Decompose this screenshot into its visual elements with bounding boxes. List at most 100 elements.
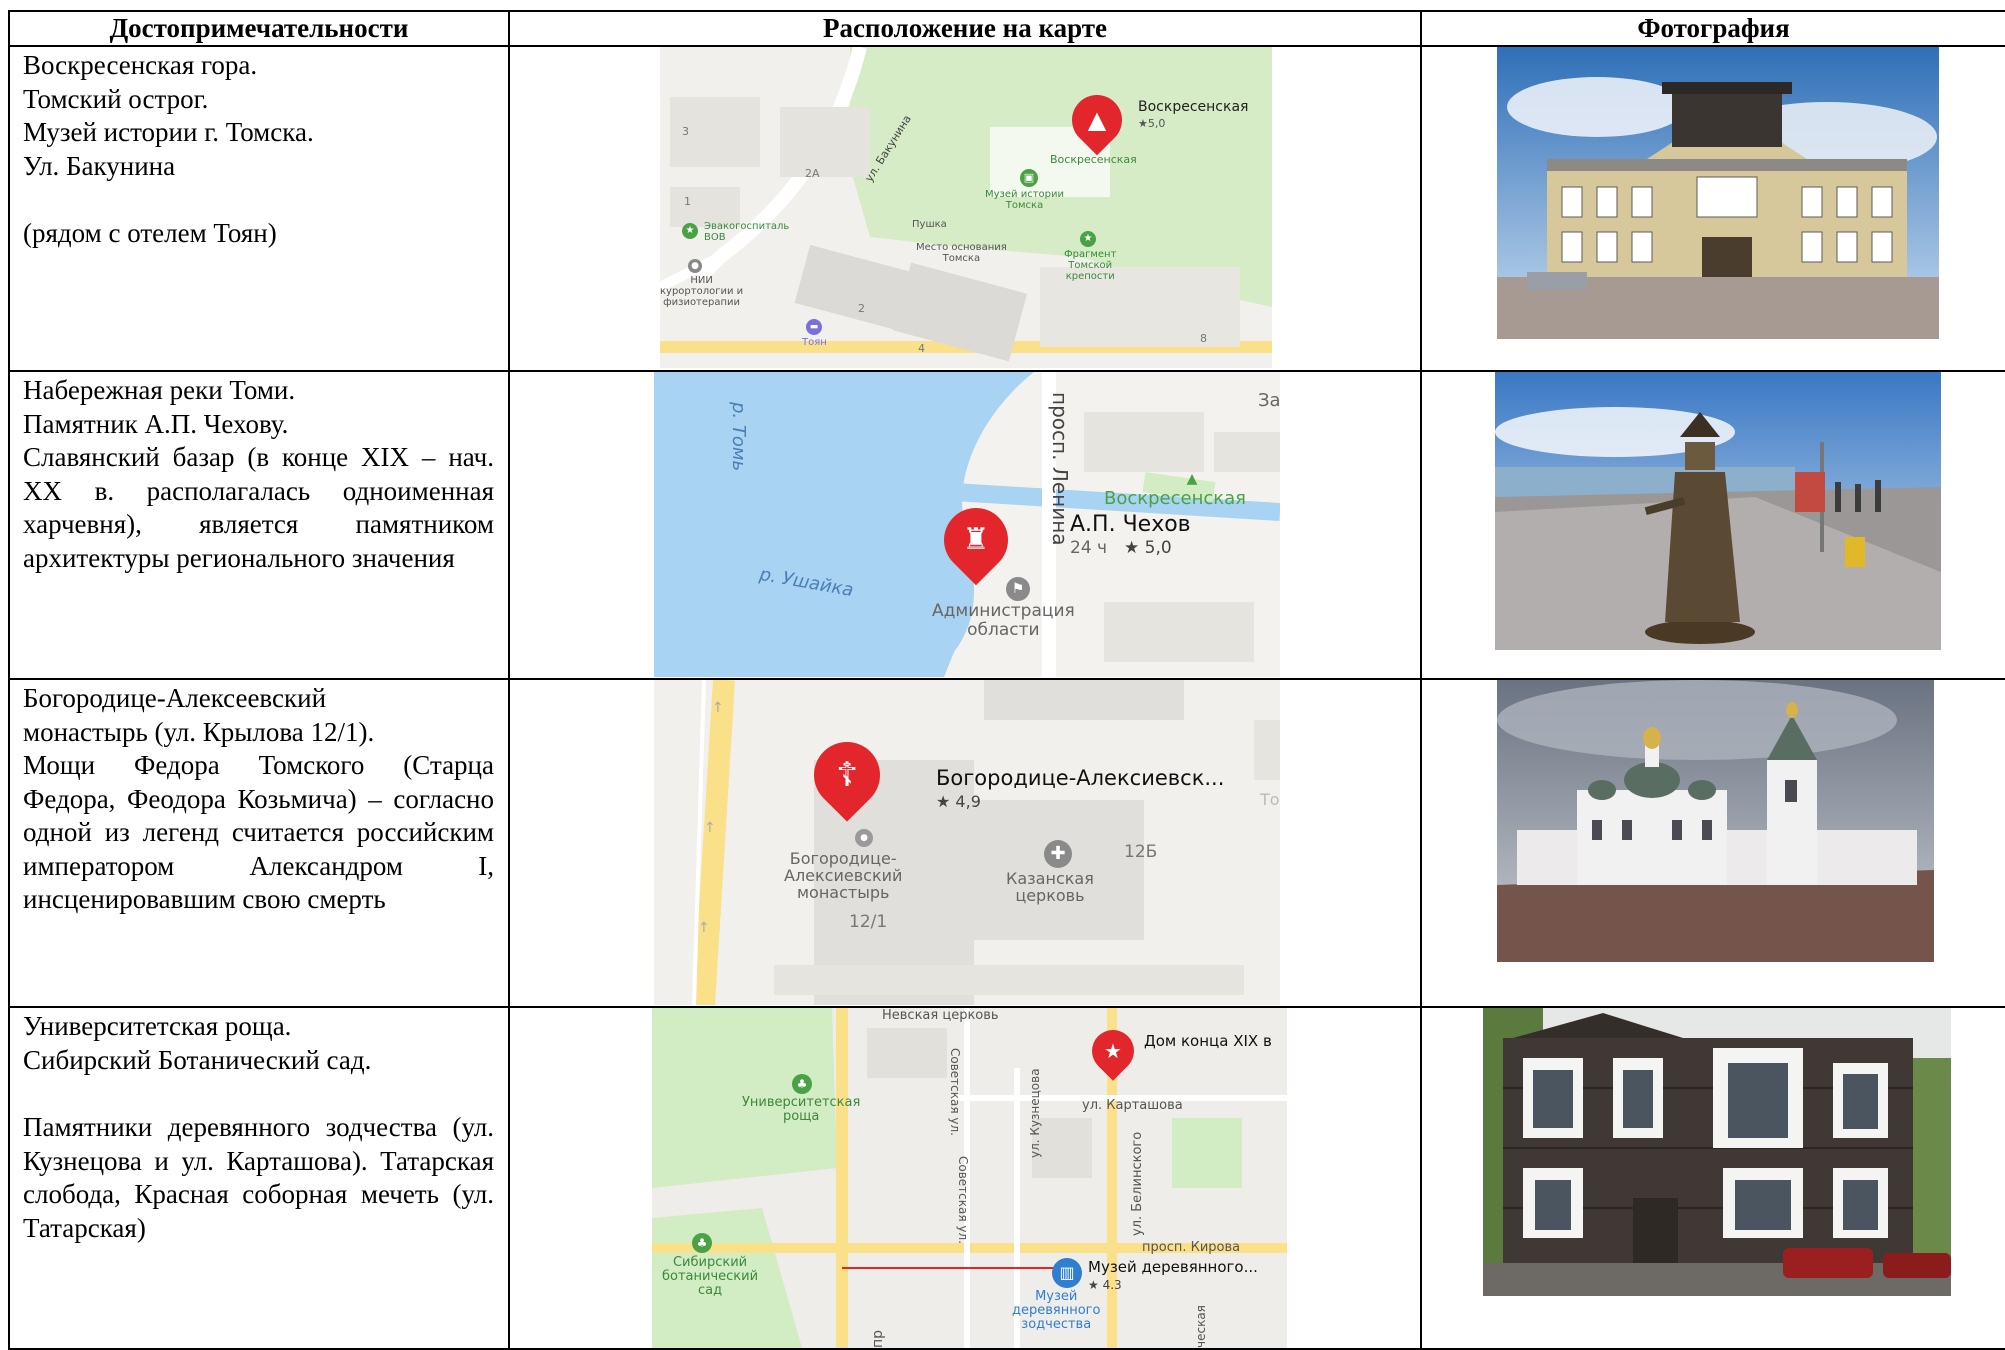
- map-monastery[interactable]: ↑ ↑ ↑ ☦ Богородице-Алексиевск... ★ 4,9 Т…: [654, 680, 1280, 1005]
- house-pin-icon[interactable]: ★: [1083, 1021, 1143, 1081]
- street-label: просп. Кирова: [1142, 1240, 1241, 1255]
- street-label: Советская ул.: [956, 1156, 970, 1244]
- nii-label: НИИ курортологии и физиотерапии: [660, 275, 744, 308]
- desc-line: (рядом с отелем Тоян): [23, 218, 277, 248]
- admin-label: Администрация области: [932, 601, 1075, 640]
- flag-icon: ⚑: [1006, 577, 1030, 601]
- photo-cell: [1420, 370, 2005, 680]
- monastery-rating: ★ 4,9: [936, 792, 981, 811]
- wooden-house-photo-image: [1483, 1008, 1951, 1296]
- street-label: Советская ул.: [948, 1048, 962, 1136]
- church-label: Казанская церковь: [1006, 869, 1094, 905]
- building-number: 2А: [805, 167, 820, 180]
- monument-rating: ★ 5,0: [1124, 538, 1172, 558]
- desc-paragraph: Славянский базар (в конце XIX – нач. XX …: [23, 442, 494, 573]
- museum-name: Музей деревянного...: [1088, 1258, 1258, 1276]
- hotel-icon[interactable]: ▬: [806, 319, 822, 335]
- photo-cell: [1420, 45, 2005, 372]
- building-number: 8: [1200, 332, 1207, 345]
- photo-wooden-house: [1483, 1008, 1951, 1296]
- table-row: Университетская роща. Сибирский Ботаниче…: [8, 1006, 2005, 1350]
- table-row: Богородице-Алексеевский монастырь (ул. К…: [8, 678, 2005, 1008]
- map-university-grove[interactable]: Невская церковь ♣ Университетская роща С…: [652, 1008, 1287, 1348]
- house-label: Дом конца XIX в: [1144, 1032, 1272, 1050]
- green-label: Воскресенская: [1104, 488, 1246, 509]
- hospital-label: Эвакогоспиталь ВОВ: [704, 221, 790, 243]
- road-arrow: ↑: [712, 700, 724, 716]
- place-dot-icon: ●: [855, 829, 873, 847]
- map-cell: ул. Бакунина 3 2А 1 2 4 8 ▲ Воскресенска…: [508, 45, 1422, 372]
- map-cell: Невская церковь ♣ Университетская роща С…: [508, 1006, 1422, 1350]
- road-arrow: ↑: [704, 820, 716, 836]
- attractions-table: Достопримечательности Расположение на ка…: [8, 10, 2005, 1350]
- desc-line: Ул. Бакунина: [23, 150, 176, 181]
- header-attractions: Достопримечательности: [8, 10, 510, 47]
- building-number: 1: [684, 195, 691, 208]
- desc-line: Университетская роща.: [23, 1011, 292, 1041]
- park-icon: ▲: [1186, 471, 1198, 487]
- avenue-label: просп. Ленина: [1048, 392, 1072, 546]
- place-rating: ★5,0: [1138, 117, 1166, 130]
- header-map: Расположение на карте: [508, 10, 1422, 47]
- map-chekhov[interactable]: р. Томь р. Ушайка просп. Ленина За ▲ Вос…: [654, 372, 1280, 677]
- map-background: [660, 47, 1272, 368]
- church-icon: ✚: [1044, 840, 1072, 868]
- grove-label: Университетская роща: [742, 1095, 861, 1124]
- location-pin-icon[interactable]: ▲: [1061, 84, 1133, 156]
- desc-line: Музей истории г. Томска.: [23, 117, 314, 147]
- street-label: ул. Кузнецова: [1028, 1068, 1042, 1158]
- header-row: Достопримечательности Расположение на ка…: [8, 10, 2005, 47]
- botanical-label: Сибирский ботанический сад: [662, 1255, 759, 1298]
- hotel-label: Тоян: [802, 337, 827, 348]
- monastery-photo-image: [1497, 680, 1934, 962]
- hospital-icon[interactable]: ★: [682, 223, 698, 239]
- desc-paragraph: Мощи Федора Томского (Старца Федора, Фео…: [23, 750, 494, 914]
- fragment-icon[interactable]: ★: [1080, 231, 1096, 247]
- building-number: 3: [682, 125, 689, 138]
- street-label: пр: [870, 1329, 886, 1348]
- description-cell: Воскресенская гора. Томский острог. Музе…: [8, 45, 510, 372]
- monument-name: А.П. Чехов: [1070, 512, 1191, 537]
- description-cell: Богородице-Алексеевский монастырь (ул. К…: [8, 678, 510, 1008]
- table-row: Воскресенская гора. Томский острог. Музе…: [8, 45, 2005, 372]
- road-arrow: ↑: [698, 920, 710, 936]
- river-label: р. Томь: [728, 402, 749, 472]
- description-cell: Университетская роща. Сибирский Ботаниче…: [8, 1006, 510, 1350]
- desc-line: Набережная реки Томи.: [23, 375, 296, 405]
- monument-pin-icon[interactable]: ♜: [930, 494, 1022, 586]
- desc-line: Томский острог.: [23, 83, 209, 114]
- monastery-name: Богородице-Алексиевск...: [936, 766, 1225, 790]
- desc-line: монастырь (ул. Крылова 12/1).: [23, 716, 375, 747]
- museum-label: Музей деревянного зодчества: [1012, 1289, 1101, 1332]
- corner-label: За: [1258, 390, 1280, 411]
- museum-icon[interactable]: ▣: [1020, 169, 1038, 187]
- description-cell: Набережная реки Томи. Памятник А.П. Чехо…: [8, 370, 510, 680]
- desc-line: Сибирский Ботанический сад.: [23, 1044, 372, 1075]
- desc-paragraph: Памятники деревянного зодчества (ул. Куз…: [23, 1112, 494, 1243]
- pushka-label: Пушка: [912, 219, 947, 230]
- sub-label: Воскресенская: [1050, 153, 1137, 166]
- mesto-label: Место основания Томска: [916, 242, 1007, 264]
- monastery-pin-icon[interactable]: ☦: [800, 728, 894, 822]
- cut-label: То: [1260, 790, 1280, 809]
- nii-icon[interactable]: ●: [688, 259, 702, 273]
- monument-hours: 24 ч: [1070, 538, 1108, 558]
- header-photo: Фотография: [1420, 10, 2005, 47]
- desc-line: Богородице-Алексеевский: [23, 683, 327, 713]
- chekhov-photo-image: [1495, 372, 1941, 650]
- map-voskresenskaya[interactable]: ул. Бакунина 3 2А 1 2 4 8 ▲ Воскресенска…: [660, 47, 1272, 368]
- monastery-label: Богородице- Алексиевский монастырь: [784, 849, 903, 902]
- photo-cell: [1420, 1006, 2005, 1350]
- photo-monastery: [1497, 680, 1934, 962]
- desc-line: Памятник А.П. Чехову.: [23, 408, 289, 439]
- photo-cell: [1420, 678, 2005, 1008]
- museum-icon[interactable]: ▥: [1052, 1258, 1082, 1288]
- photo-chekhov-monument: [1495, 372, 1941, 650]
- museum-label: Музей истории Томска: [985, 189, 1064, 211]
- map-background: [654, 680, 1280, 1005]
- building-number: 4: [918, 342, 925, 355]
- photo-tomsk-fortress: [1497, 47, 1939, 339]
- desc-line: Воскресенская гора.: [23, 50, 258, 80]
- map-cell: ↑ ↑ ↑ ☦ Богородице-Алексиевск... ★ 4,9 Т…: [508, 678, 1422, 1008]
- street-label: ул. Белинского: [1130, 1131, 1145, 1236]
